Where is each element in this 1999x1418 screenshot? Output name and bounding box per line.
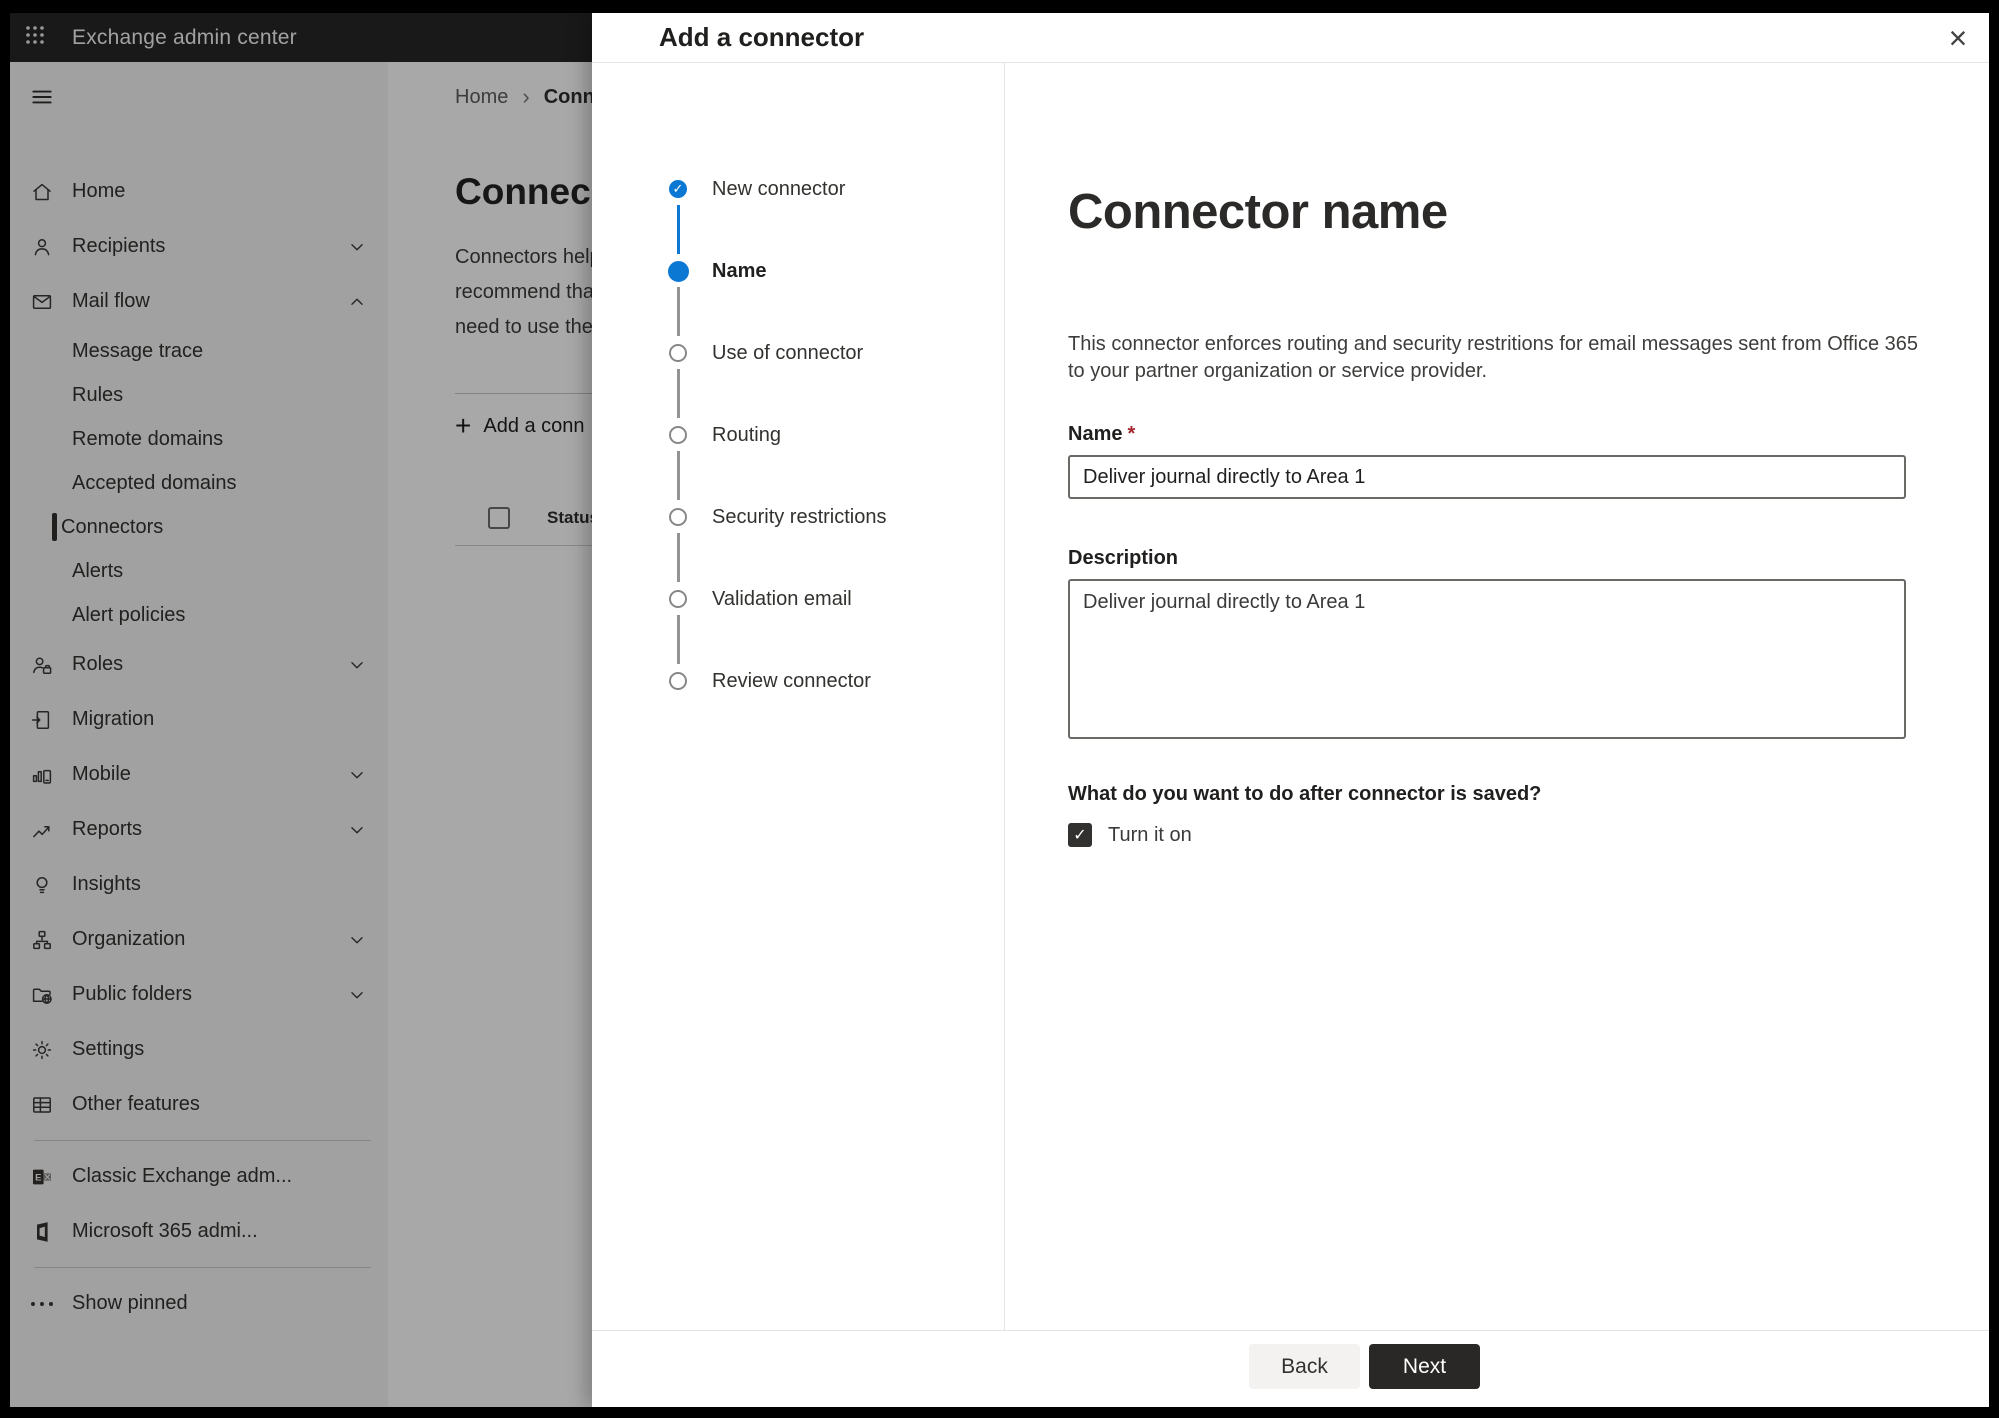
turn-it-on-label: Turn it on [1108, 823, 1192, 846]
wizard-step-use-of-connector[interactable]: Use of connector [669, 342, 1004, 426]
name-field-label: Name * [1068, 423, 1136, 445]
wizard-step-label: Routing [712, 424, 781, 446]
wizard-step-label: Review connector [712, 670, 871, 692]
step-circle-icon [669, 590, 687, 608]
turn-it-on-checkbox[interactable]: ✓ [1068, 823, 1092, 847]
screen: Exchange admin center Home Recipients Ma… [10, 13, 1989, 1407]
dialog-title: Add a connector [659, 22, 865, 52]
next-button[interactable]: Next [1369, 1344, 1480, 1389]
step-circle-icon [669, 344, 687, 362]
step-circle-icon [669, 426, 687, 444]
close-button[interactable]: × [1939, 19, 1977, 57]
step-check-icon: ✓ [669, 180, 687, 198]
wizard-step-label: Name [712, 260, 767, 282]
add-connector-dialog: Add a connector × ✓ New connector Name U… [592, 13, 1989, 1407]
panel-heading: Connector name [1068, 185, 1448, 239]
turn-it-on-row: ✓ Turn it on [1068, 823, 1989, 847]
wizard-step-routing[interactable]: Routing [669, 424, 1004, 508]
panel-description-line: to your partner organization or service … [1068, 360, 1488, 382]
close-icon: × [1948, 20, 1968, 56]
description-textarea[interactable]: Deliver journal directly to Area 1 [1068, 579, 1906, 739]
step-circle-icon [669, 672, 687, 690]
dialog-header: Add a connector × [592, 13, 1989, 63]
check-icon: ✓ [1073, 827, 1087, 844]
wizard-step-label: Use of connector [712, 342, 864, 364]
wizard-step-security-restrictions[interactable]: Security restrictions [669, 506, 1004, 590]
after-save-question: What do you want to do after connector i… [1068, 783, 1542, 805]
wizard-step-label: New connector [712, 178, 846, 200]
dialog-footer: Back Next [592, 1330, 1989, 1407]
description-field-label: Description [1068, 547, 1179, 569]
panel-description-line: This connector enforces routing and secu… [1068, 333, 1919, 355]
wizard-step-review-connector[interactable]: Review connector [669, 670, 1004, 754]
step-circle-icon [668, 261, 689, 282]
panel-description: This connector enforces routing and secu… [1068, 331, 1989, 385]
step-circle-icon [669, 508, 687, 526]
back-button[interactable]: Back [1249, 1344, 1360, 1389]
wizard-step-name[interactable]: Name [668, 260, 1004, 344]
wizard-step-new-connector[interactable]: ✓ New connector [669, 178, 1004, 262]
wizard-steps: ✓ New connector Name Use of connector Ro… [592, 63, 1005, 1330]
wizard-step-label: Validation email [712, 588, 852, 610]
wizard-step-validation-email[interactable]: Validation email [669, 588, 1004, 672]
required-marker: * [1127, 423, 1136, 445]
wizard-step-label: Security restrictions [712, 506, 887, 528]
name-input[interactable] [1068, 455, 1906, 499]
wizard-panel: Connector name This connector enforces r… [1005, 63, 1989, 1330]
